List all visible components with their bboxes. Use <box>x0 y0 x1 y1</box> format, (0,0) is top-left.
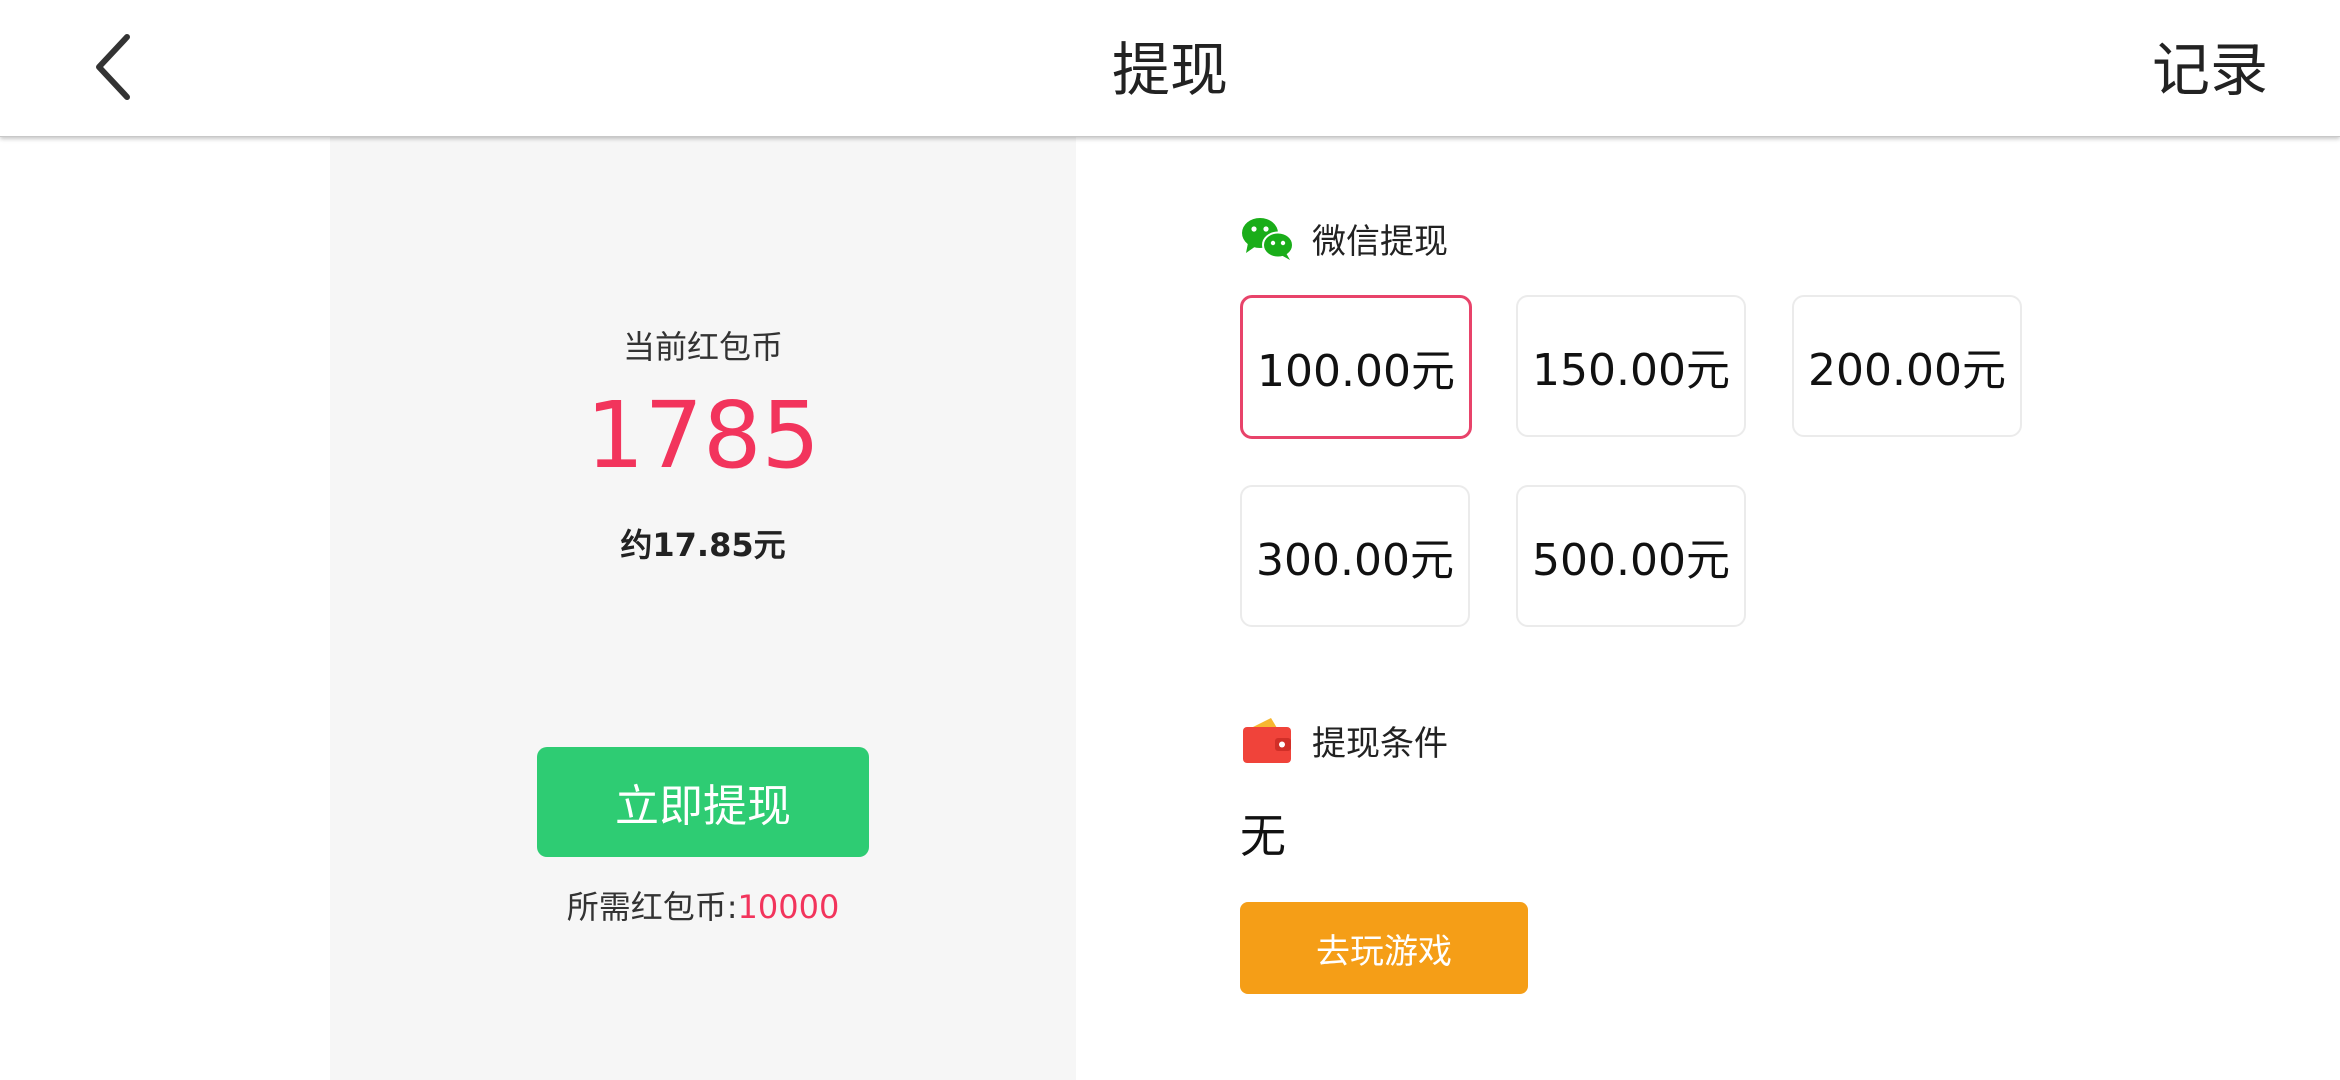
required-coins-value: 10000 <box>737 888 840 926</box>
chevron-left-icon <box>96 34 130 100</box>
amount-option-500[interactable]: 500.00元 <box>1516 485 1746 627</box>
wechat-icon <box>1240 213 1294 263</box>
withdraw-conditions-value: 无 <box>1240 809 1286 863</box>
balance-value: 1785 <box>585 382 821 489</box>
required-coins-label: 所需红包币: <box>566 888 738 926</box>
wallet-icon <box>1240 715 1294 765</box>
amount-option-100[interactable]: 100.00元 <box>1240 295 1472 439</box>
required-coins: 所需红包币:10000 <box>330 882 1076 928</box>
wechat-withdraw-label: 微信提现 <box>1312 221 1448 262</box>
records-button[interactable]: 记录 <box>2152 0 2268 136</box>
back-button[interactable] <box>70 22 160 112</box>
balance-approx-value: 约17.85元 <box>620 526 786 564</box>
balance-panel: 当前红包币 1785 约17.85元 立即提现 所需红包币:10000 <box>330 137 1076 1080</box>
withdraw-conditions-label: 提现条件 <box>1312 723 1448 764</box>
amount-option-300[interactable]: 300.00元 <box>1240 485 1470 627</box>
wechat-withdraw-header: 微信提现 <box>1240 212 1448 264</box>
page-title: 提现 <box>1111 36 1228 104</box>
amount-option-150[interactable]: 150.00元 <box>1516 295 1746 437</box>
amount-option-200[interactable]: 200.00元 <box>1792 295 2022 437</box>
withdraw-now-button[interactable]: 立即提现 <box>537 747 869 857</box>
go-play-games-button[interactable]: 去玩游戏 <box>1240 902 1528 994</box>
top-app-bar: 提现 记录 <box>0 0 2340 137</box>
withdraw-conditions-header: 提现条件 <box>1240 714 1448 766</box>
balance-label: 当前红包币 <box>622 328 783 366</box>
